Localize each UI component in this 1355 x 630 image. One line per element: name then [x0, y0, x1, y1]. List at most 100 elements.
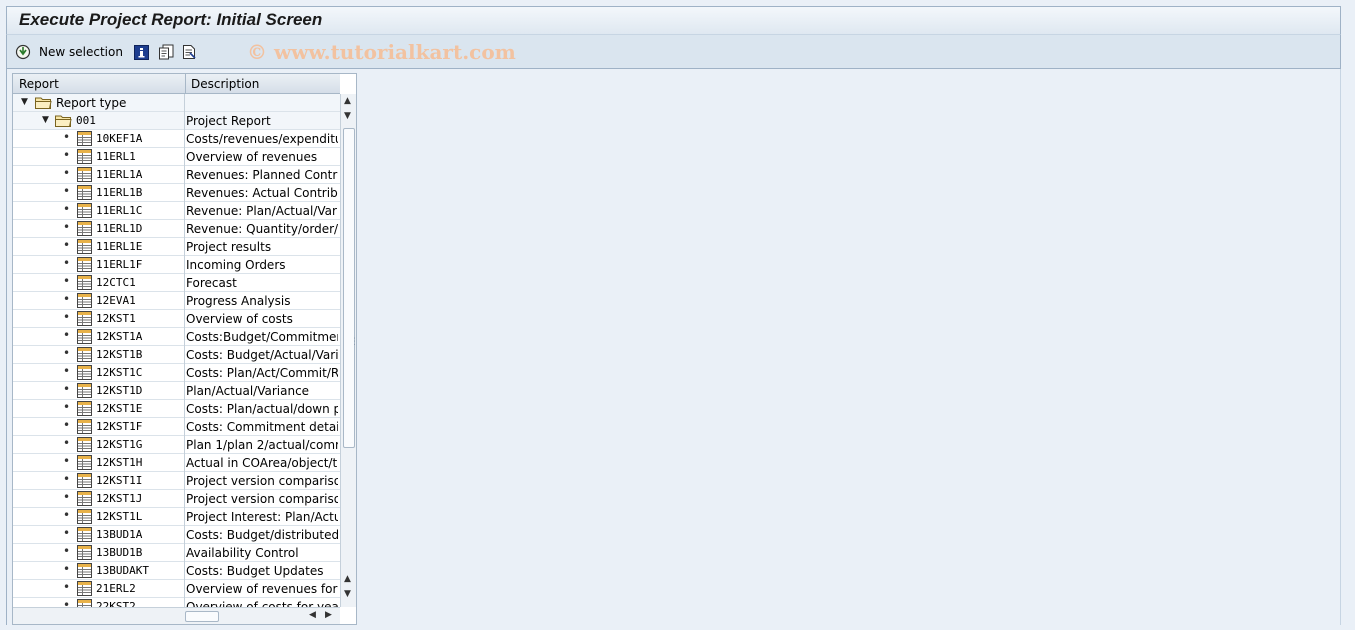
report-icon: [77, 401, 92, 416]
tree-node-report[interactable]: • 13BUD1B Availability Control: [13, 544, 340, 562]
tree-bullet: •: [63, 526, 71, 540]
report-code: 11ERL1C: [96, 204, 143, 217]
report-icon: [77, 491, 92, 506]
new-selection-button[interactable]: New selection: [15, 42, 123, 62]
expand-arrow-icon[interactable]: ▼: [21, 97, 28, 107]
scroll-thumb[interactable]: [343, 128, 355, 448]
application-toolbar: New selection © www.tutorialkart.com: [6, 34, 1341, 69]
report-description: Costs/revenues/expenditure: [186, 132, 338, 146]
report-description: Plan 1/plan 2/actual/commit: [186, 438, 338, 452]
tree-node-report[interactable]: • 12KST1 Overview of costs: [13, 310, 340, 328]
report-icon: [77, 563, 92, 578]
report-icon: [77, 275, 92, 290]
column-header-description[interactable]: Description: [191, 77, 259, 91]
scroll-left-icon[interactable]: ◀: [309, 610, 316, 620]
report-code: 13BUD1B: [96, 546, 143, 559]
tree-bullet: •: [63, 364, 71, 378]
scroll-thumb[interactable]: [185, 611, 219, 622]
vertical-scrollbar[interactable]: ▲ ▼ ▲ ▼: [340, 94, 356, 607]
scroll-up-icon[interactable]: ▲: [344, 96, 351, 106]
report-icon: [77, 527, 92, 542]
splitter-handle[interactable]: ⋮: [350, 337, 359, 357]
report-icon: [77, 239, 92, 254]
tree-node-report[interactable]: • 12KST1I Project version comparison:: [13, 472, 340, 490]
tree-node-report[interactable]: • 12KST1B Costs: Budget/Actual/Variar: [13, 346, 340, 364]
tree-node-report[interactable]: • 21ERL2 Overview of revenues for ye: [13, 580, 340, 598]
scroll-up-icon[interactable]: ▲: [344, 574, 351, 584]
tree-node-report[interactable]: • 12KST1F Costs: Commitment detail: [13, 418, 340, 436]
scroll-right-icon[interactable]: ▶: [325, 610, 332, 620]
tree-node-report[interactable]: • 10KEF1A Costs/revenues/expenditure: [13, 130, 340, 148]
report-code: 11ERL1: [96, 150, 136, 163]
main-area: Report Description ▼ Report type ▼ 001 P…: [6, 69, 1341, 625]
watermark-text: © www.tutorialkart.com: [247, 40, 516, 64]
report-icon: [77, 149, 92, 164]
report-description: Costs: Budget Updates: [186, 564, 324, 578]
tree-node-report[interactable]: • 12KST1H Actual in COArea/object/tra: [13, 454, 340, 472]
report-icon: [77, 473, 92, 488]
report-icon: [77, 311, 92, 326]
tree-bullet: •: [63, 544, 71, 558]
expand-arrow-icon[interactable]: ▼: [42, 115, 49, 125]
column-header-report[interactable]: Report: [19, 77, 59, 91]
report-code: 11ERL1F: [96, 258, 143, 271]
tree-bullet: •: [63, 292, 71, 306]
report-code: 21ERL2: [96, 582, 136, 595]
tree-node-report[interactable]: • 11ERL1F Incoming Orders: [13, 256, 340, 274]
tree-node-report[interactable]: • 11ERL1B Revenues: Actual Contributi: [13, 184, 340, 202]
report-code: 12KST1J: [96, 492, 143, 505]
tree-bullet: •: [63, 454, 71, 468]
report-code: 12CTC1: [96, 276, 136, 289]
report-icon: [77, 257, 92, 272]
info-button[interactable]: [134, 42, 149, 62]
folder-open-icon: [55, 115, 72, 127]
tree-bullet: •: [63, 202, 71, 216]
tree-copy-button[interactable]: [158, 42, 175, 62]
tree-node-report[interactable]: • 11ERL1D Revenue: Quantity/order/pl: [13, 220, 340, 238]
tree-node-report[interactable]: • 12KST1D Plan/Actual/Variance: [13, 382, 340, 400]
tree-bullet: •: [63, 562, 71, 576]
report-description: Costs:Budget/Commitments: [186, 330, 338, 344]
horizontal-scrollbar[interactable]: ◀ ▶: [13, 607, 340, 624]
report-description: Overview of revenues for ye: [186, 582, 338, 596]
tree-bullet: •: [63, 580, 71, 594]
tree-node-root[interactable]: ▼ Report type: [13, 94, 340, 112]
new-selection-label: New selection: [39, 45, 123, 59]
report-icon: [77, 131, 92, 146]
document-button[interactable]: [181, 42, 197, 62]
tree-bullet: •: [63, 436, 71, 450]
report-icon: [77, 419, 92, 434]
tree-node-report[interactable]: • 12KST1J Project version comparison:: [13, 490, 340, 508]
report-icon: [77, 383, 92, 398]
column-separator[interactable]: [185, 74, 186, 94]
tree-bullet: •: [63, 148, 71, 162]
tree-node-report[interactable]: • 12KST1L Project Interest: Plan/Actua: [13, 508, 340, 526]
report-code: 12KST1D: [96, 384, 143, 397]
tree-node-report[interactable]: • 12KST1E Costs: Plan/actual/down pyr: [13, 400, 340, 418]
tree-node-report[interactable]: • 13BUD1A Costs: Budget/distributed/p: [13, 526, 340, 544]
scroll-down-icon[interactable]: ▼: [344, 589, 351, 599]
tree-node-report[interactable]: • 11ERL1 Overview of revenues: [13, 148, 340, 166]
report-description: Incoming Orders: [186, 258, 286, 272]
report-code: 12KST1: [96, 312, 136, 325]
tree-node-group[interactable]: ▼ 001 Project Report: [13, 112, 340, 130]
tree-rows: ▼ Report type ▼ 001 Project Report • 10K…: [13, 94, 340, 616]
report-icon: [77, 455, 92, 470]
tree-node-report[interactable]: • 12KST1G Plan 1/plan 2/actual/commit: [13, 436, 340, 454]
tree-node-report[interactable]: • 11ERL1A Revenues: Planned Contribu: [13, 166, 340, 184]
tree-node-report[interactable]: • 12CTC1 Forecast: [13, 274, 340, 292]
tree-node-report[interactable]: • 12KST1C Costs: Plan/Act/Commit/Rer: [13, 364, 340, 382]
tree-bullet: •: [63, 310, 71, 324]
scroll-down-icon[interactable]: ▼: [344, 111, 351, 121]
report-description: Costs: Budget/distributed/p: [186, 528, 338, 542]
tree-node-report[interactable]: • 12EVA1 Progress Analysis: [13, 292, 340, 310]
tree-node-report[interactable]: • 13BUDAKT Costs: Budget Updates: [13, 562, 340, 580]
tree-node-report[interactable]: • 12KST1A Costs:Budget/Commitments: [13, 328, 340, 346]
tree-header: Report Description: [13, 74, 340, 94]
report-code: 12KST1I: [96, 474, 143, 487]
report-description: Revenues: Actual Contributi: [186, 186, 338, 200]
tree-node-report[interactable]: • 11ERL1C Revenue: Plan/Actual/Variar: [13, 202, 340, 220]
tree-node-report[interactable]: • 11ERL1E Project results: [13, 238, 340, 256]
report-description: Progress Analysis: [186, 294, 291, 308]
tree-bullet: •: [63, 490, 71, 504]
